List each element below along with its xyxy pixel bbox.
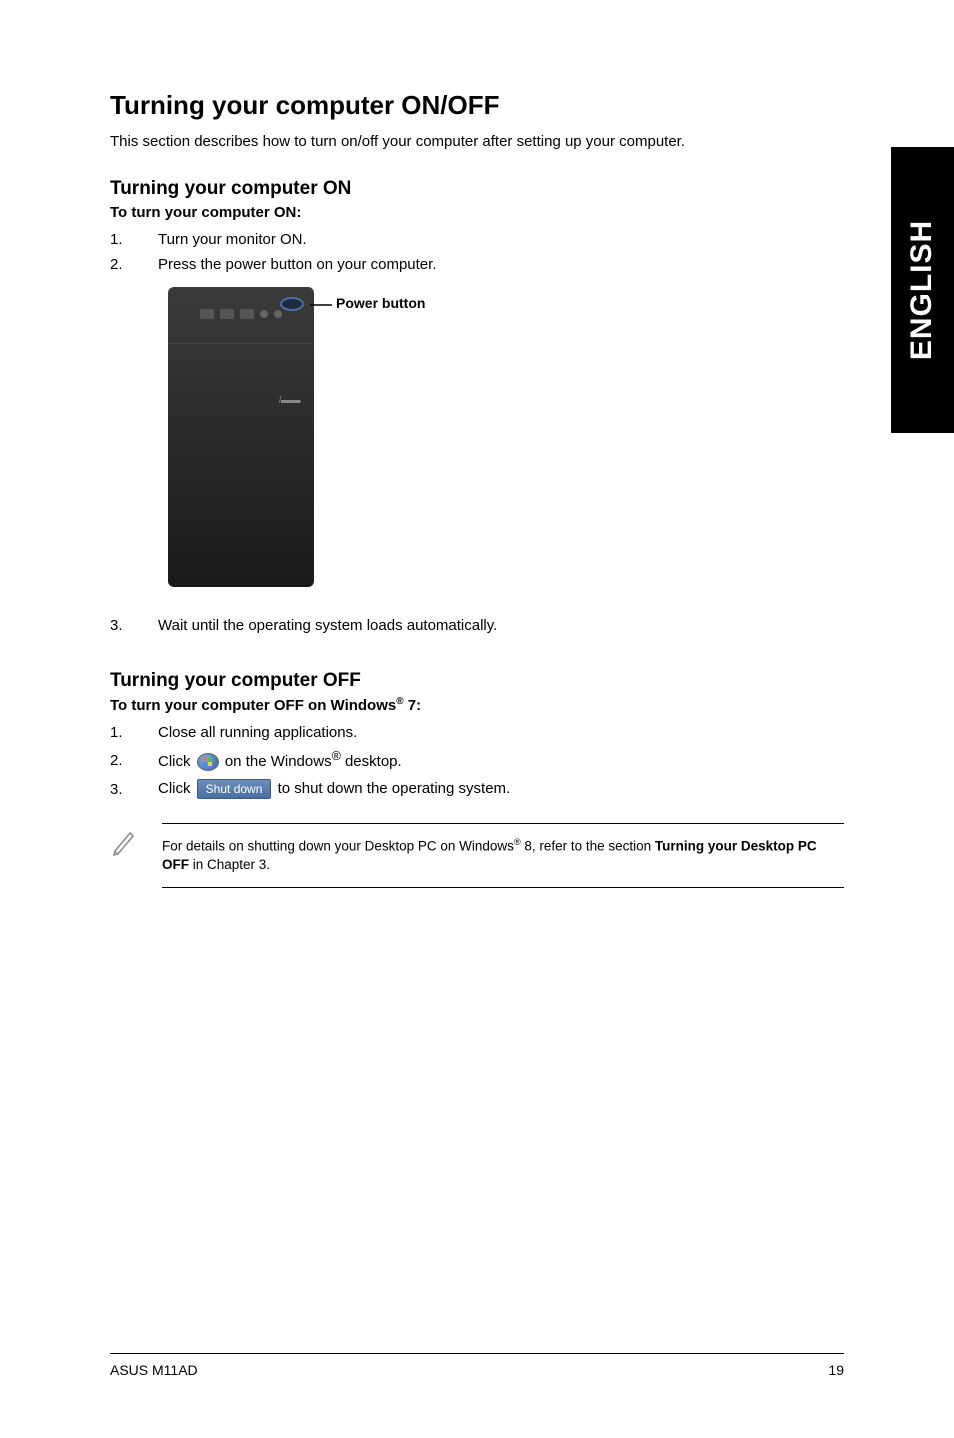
step-text: Click Shut down to shut down the operati… (158, 779, 510, 799)
step-number: 3. (110, 781, 158, 798)
pencil-icon (110, 827, 146, 888)
list-item: 1. Close all running applications. (110, 724, 844, 741)
step-number: 3. (110, 617, 158, 634)
port-icon (240, 309, 254, 319)
steps-on-list: 1. Turn your monitor ON. 2. Press the po… (110, 231, 844, 273)
subhead-text: 7: (404, 697, 422, 714)
step-number: 2. (110, 256, 158, 273)
list-item: 1. Turn your monitor ON. (110, 231, 844, 248)
step-number: 1. (110, 724, 158, 741)
note-text: For details on shutting down your Deskto… (162, 823, 844, 888)
footer-model: ASUS M11AD (110, 1362, 198, 1378)
step-number: 1. (110, 231, 158, 248)
registered-mark: ® (332, 749, 341, 763)
brand-logo-icon: /▬▬ (279, 395, 300, 406)
section-off-subhead: To turn your computer OFF on Windows® 7: (110, 696, 844, 714)
text-fragment: 8, refer to the section (521, 839, 655, 854)
language-tab: ENGLISH (891, 147, 954, 433)
computer-tower-image: /▬▬ (168, 287, 314, 587)
list-item: 3. Wait until the operating system loads… (110, 617, 844, 634)
text-fragment: For details on shutting down your Deskto… (162, 839, 514, 854)
subhead-text: To turn your computer OFF on Windows (110, 697, 396, 714)
step-text: Click on the Windows® desktop. (158, 749, 402, 771)
annotation-label: Power button (336, 295, 425, 311)
list-item: 2. Press the power button on your comput… (110, 256, 844, 273)
page-content: Turning your computer ON/OFF This sectio… (0, 0, 954, 888)
text-fragment: Click (158, 753, 195, 770)
page-number: 19 (828, 1362, 844, 1378)
step-number: 2. (110, 752, 158, 769)
port-icon (260, 310, 268, 318)
text-fragment: in Chapter 3. (189, 857, 270, 872)
steps-on-list-cont: 3. Wait until the operating system loads… (110, 617, 844, 634)
registered-mark: ® (514, 837, 521, 847)
step-text: Press the power button on your computer. (158, 256, 437, 273)
power-button-indicator (280, 297, 304, 311)
shutdown-button-image: Shut down (197, 779, 272, 799)
divider (168, 343, 314, 344)
step-text: Turn your monitor ON. (158, 231, 307, 248)
section-off-heading: Turning your computer OFF (110, 670, 844, 692)
computer-image-block: /▬▬ Power button (168, 287, 844, 587)
port-icon (220, 309, 234, 319)
page-footer: ASUS M11AD 19 (110, 1353, 844, 1378)
note-block: For details on shutting down your Deskto… (110, 823, 844, 888)
port-icon (274, 310, 282, 318)
list-item: 2. Click on the Windows® desktop. (110, 749, 844, 771)
list-item: 3. Click Shut down to shut down the oper… (110, 779, 844, 799)
section-on-subhead: To turn your computer ON: (110, 204, 844, 221)
port-icon (200, 309, 214, 319)
steps-off-list: 1. Close all running applications. 2. Cl… (110, 724, 844, 799)
intro-paragraph: This section describes how to turn on/of… (110, 133, 844, 150)
registered-mark: ® (396, 696, 403, 707)
page-heading: Turning your computer ON/OFF (110, 90, 844, 121)
text-fragment: on the Windows (225, 753, 332, 770)
windows-start-icon (197, 753, 219, 771)
language-label: ENGLISH (906, 220, 940, 360)
text-fragment: desktop. (341, 753, 402, 770)
step-text: Close all running applications. (158, 724, 357, 741)
section-on-heading: Turning your computer ON (110, 178, 844, 200)
annotation: Power button (310, 301, 425, 311)
text-fragment: Click (158, 780, 195, 797)
section-off: Turning your computer OFF To turn your c… (110, 670, 844, 888)
step-text: Wait until the operating system loads au… (158, 617, 497, 634)
text-fragment: to shut down the operating system. (278, 780, 511, 797)
